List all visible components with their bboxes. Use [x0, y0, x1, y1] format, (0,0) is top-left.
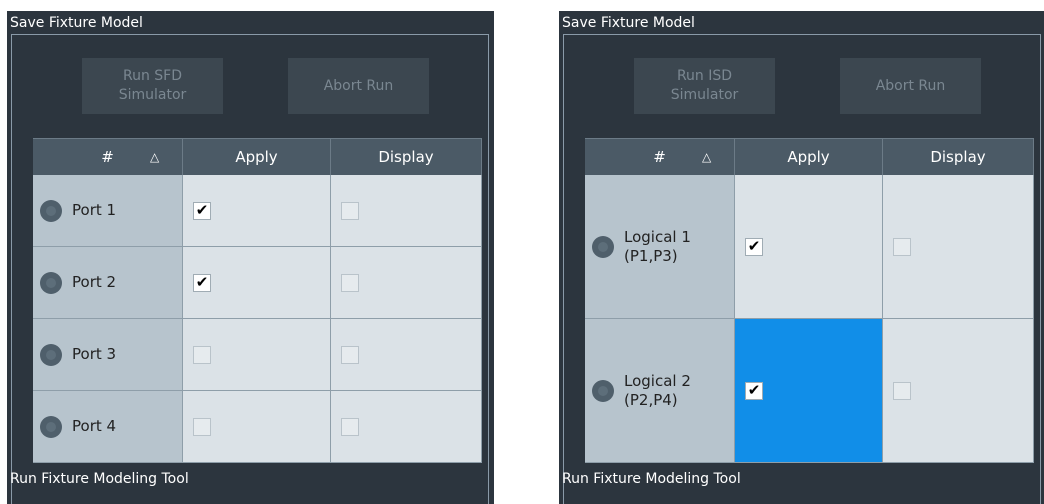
column-header-number[interactable]: # △ [585, 138, 735, 175]
logical-port-table: # △ Apply Display Logical 1 (P1,P3) ✔ Logi… [585, 138, 1034, 463]
apply-checkbox[interactable]: ✔ [193, 201, 211, 220]
apply-cell[interactable]: ✔ [735, 175, 883, 318]
column-header-apply[interactable]: Apply [735, 138, 883, 175]
sort-ascending-icon[interactable]: △ [702, 150, 711, 164]
port-icon [40, 343, 62, 366]
apply-cell[interactable] [183, 319, 331, 390]
port-name-cell[interactable]: Port 3 [33, 319, 183, 390]
port-name-cell[interactable]: Logical 2 (P2,P4) [585, 319, 735, 462]
port-icon [40, 271, 62, 294]
status-text: Run Fixture Modeling Tool [10, 471, 189, 487]
display-checkbox[interactable] [893, 237, 911, 256]
apply-checkbox[interactable]: ✔ [745, 381, 763, 400]
table-row[interactable]: Logical 1 (P1,P3) ✔ [585, 175, 1034, 319]
display-cell[interactable] [331, 175, 482, 246]
display-cell[interactable] [331, 391, 482, 462]
display-checkbox[interactable] [341, 201, 359, 220]
display-checkbox[interactable] [893, 381, 911, 400]
port-name-cell[interactable]: Port 1 [33, 175, 183, 246]
port-icon [40, 415, 62, 438]
display-cell[interactable] [331, 247, 482, 318]
display-checkbox[interactable] [341, 273, 359, 292]
port-name-cell[interactable]: Logical 1 (P1,P3) [585, 175, 735, 318]
column-header-label: # [101, 148, 114, 166]
port-icon [592, 379, 614, 402]
table-body: Logical 1 (P1,P3) ✔ Logical 2 (P2,P4) ✔ [585, 175, 1034, 463]
column-header-number[interactable]: # △ [33, 138, 183, 175]
port-label: Port 3 [72, 345, 117, 363]
run-isd-simulator-button[interactable]: Run ISD Simulator [634, 58, 775, 114]
column-header-display[interactable]: Display [883, 138, 1034, 175]
port-label: Logical 2 (P2,P4) [624, 371, 691, 409]
column-header-display[interactable]: Display [331, 138, 482, 175]
display-checkbox[interactable] [341, 417, 359, 436]
save-fixture-model-panel-sfd: Save Fixture Model Run SFD Simulator Abo… [7, 11, 494, 504]
display-cell[interactable] [883, 175, 1034, 318]
port-icon [592, 235, 614, 258]
checkmark-icon: ✔ [747, 237, 761, 255]
port-table: # △ Apply Display Port 1 ✔ Port 2 ✔ Port 3 Po… [33, 138, 482, 463]
table-row[interactable]: Port 2 ✔ [33, 247, 482, 319]
table-header: # △ Apply Display [585, 138, 1034, 175]
port-label: Port 4 [72, 417, 117, 435]
port-name-cell[interactable]: Port 2 [33, 247, 183, 318]
panel-title: Save Fixture Model [562, 15, 695, 31]
apply-cell[interactable]: ✔ [183, 247, 331, 318]
checkmark-icon: ✔ [195, 273, 209, 291]
port-label: Logical 1 (P1,P3) [624, 227, 691, 265]
status-text: Run Fixture Modeling Tool [562, 471, 741, 487]
port-label: Port 2 [72, 273, 117, 291]
apply-checkbox[interactable]: ✔ [745, 237, 763, 256]
display-cell[interactable] [883, 319, 1034, 462]
port-label: Port 1 [72, 201, 117, 219]
column-header-label: # [653, 148, 666, 166]
checkmark-icon: ✔ [747, 381, 761, 399]
table-header: # △ Apply Display [33, 138, 482, 175]
table-row[interactable]: Port 4 [33, 391, 482, 463]
display-cell[interactable] [331, 319, 482, 390]
port-name-cell[interactable]: Port 4 [33, 391, 183, 462]
display-checkbox[interactable] [341, 345, 359, 364]
table-row[interactable]: Logical 2 (P2,P4) ✔ [585, 319, 1034, 463]
abort-run-button[interactable]: Abort Run [288, 58, 429, 114]
table-row[interactable]: Port 3 [33, 319, 482, 391]
sort-ascending-icon[interactable]: △ [150, 150, 159, 164]
column-header-apply[interactable]: Apply [183, 138, 331, 175]
apply-cell[interactable] [183, 391, 331, 462]
table-row[interactable]: Port 1 ✔ [33, 175, 482, 247]
run-sfd-simulator-button[interactable]: Run SFD Simulator [82, 58, 223, 114]
apply-cell[interactable]: ✔ [183, 175, 331, 246]
abort-run-button[interactable]: Abort Run [840, 58, 981, 114]
port-icon [40, 199, 62, 222]
apply-checkbox[interactable] [193, 345, 211, 364]
apply-checkbox[interactable] [193, 417, 211, 436]
apply-cell[interactable]: ✔ [735, 319, 883, 462]
save-fixture-model-panel-isd: Save Fixture Model Run ISD Simulator Abo… [559, 11, 1044, 504]
apply-checkbox[interactable]: ✔ [193, 273, 211, 292]
table-body: Port 1 ✔ Port 2 ✔ Port 3 Port 4 [33, 175, 482, 463]
checkmark-icon: ✔ [195, 201, 209, 219]
panel-title: Save Fixture Model [10, 15, 143, 31]
